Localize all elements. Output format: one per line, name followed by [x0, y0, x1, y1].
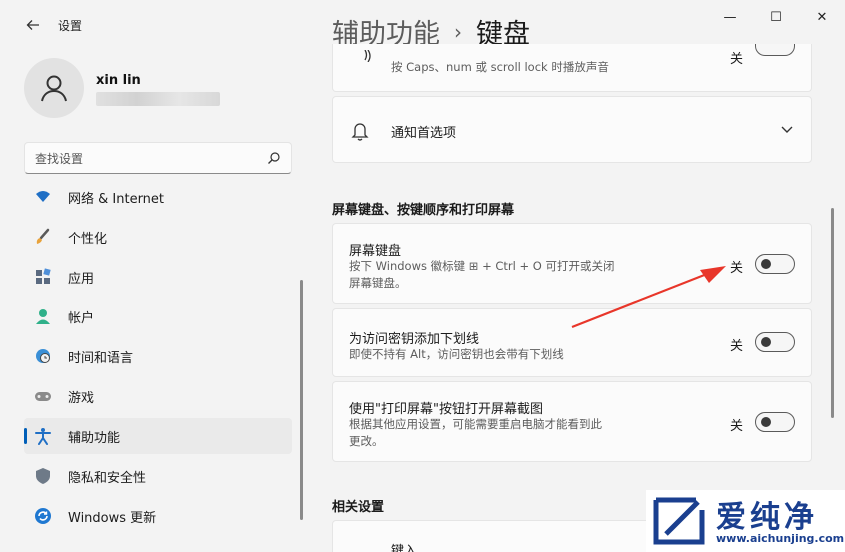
toggle-state-label: 关 [729, 419, 743, 434]
window-controls: — ☐ ✕ [707, 0, 845, 34]
person-icon [41, 75, 67, 102]
gamepad-icon [34, 387, 52, 405]
search-input[interactable] [35, 149, 255, 169]
wifi-icon [34, 188, 52, 206]
related-typing-title: 键入 [391, 544, 418, 552]
back-button[interactable] [22, 14, 44, 36]
notification-preferences-card[interactable]: 通知首选项 [332, 96, 812, 163]
apps-icon [34, 268, 52, 286]
sidebar-item-privacy[interactable]: 隐私和安全性 [24, 458, 292, 494]
toggle-keys-desc: 按 Caps、num 或 scroll lock 时播放声音 [391, 60, 609, 74]
sidebar-item-label: 应用 [68, 271, 95, 287]
search-box[interactable] [24, 142, 292, 174]
on-screen-keyboard-desc-line2: 屏幕键盘。 [349, 276, 407, 290]
brush-icon [34, 228, 52, 246]
bell-icon [351, 123, 369, 141]
print-screen-title: 使用"打印屏幕"按钮打开屏幕截图 [349, 402, 543, 417]
toggle-state-label: 关 [729, 339, 743, 354]
sidebar-item-label: 游戏 [68, 390, 95, 406]
notification-preferences-title: 通知首选项 [391, 126, 457, 141]
watermark-brand: 爱纯净 [716, 500, 818, 535]
breadcrumb-separator: › [454, 19, 462, 44]
sound-icon [364, 50, 371, 62]
sidebar-item-time-language[interactable]: 时间和语言 [24, 338, 292, 374]
toggle-knob [761, 259, 771, 269]
sidebar-item-label: 个性化 [68, 231, 108, 247]
on-screen-keyboard-switch[interactable] [755, 254, 795, 274]
search-icon [268, 152, 280, 164]
accessibility-icon [34, 427, 52, 445]
underline-access-keys-card: 为访问密钥添加下划线 即使不持有 Alt，访问密钥也会带有下划线 关 [332, 308, 812, 377]
settings-window: 设置 — ☐ ✕ xin lin 网络 & Internet 个性化 [0, 0, 845, 552]
update-icon [34, 507, 52, 525]
sidebar-item-label: 隐私和安全性 [68, 470, 147, 486]
globe-clock-icon [34, 347, 52, 365]
print-screen-desc-line1: 根据其他应用设置，可能需要重启电脑才能看到此 [349, 417, 602, 431]
sidebar-item-label: 帐户 [68, 310, 95, 326]
app-title: 设置 [58, 19, 83, 33]
watermark-url: www.aichunjing.com [716, 532, 845, 545]
section-title-related-settings: 相关设置 [332, 500, 385, 515]
watermark-logo-icon [653, 497, 705, 545]
sidebar-item-personalization[interactable]: 个性化 [24, 219, 292, 255]
toggle-keys-switch[interactable] [755, 44, 795, 56]
sidebar-item-apps[interactable]: 应用 [24, 259, 292, 295]
user-email-redacted [96, 92, 220, 106]
account-icon [34, 307, 52, 325]
sidebar-item-label: 辅助功能 [68, 430, 121, 446]
underline-access-keys-desc: 即使不持有 Alt，访问密钥也会带有下划线 [349, 347, 564, 361]
maximize-button[interactable]: ☐ [753, 0, 799, 34]
on-screen-keyboard-card: 屏幕键盘 按下 Windows 徽标键 ⊞ + Ctrl + O 可打开或关闭 … [332, 223, 812, 304]
back-arrow-icon [26, 20, 39, 30]
sidebar-item-label: 网络 & Internet [68, 191, 165, 207]
shield-icon [34, 467, 52, 485]
sidebar-item-label: 时间和语言 [68, 350, 134, 366]
print-screen-card: 使用"打印屏幕"按钮打开屏幕截图 根据其他应用设置，可能需要重启电脑才能看到此 … [332, 381, 812, 462]
toggle-knob [761, 337, 771, 347]
chevron-down-icon[interactable] [781, 126, 793, 134]
sidebar-scrollbar[interactable] [300, 280, 303, 520]
print-screen-switch[interactable] [755, 412, 795, 432]
underline-access-keys-switch[interactable] [755, 332, 795, 352]
toggle-state-label: 关 [729, 52, 743, 67]
on-screen-keyboard-desc-line1: 按下 Windows 徽标键 ⊞ + Ctrl + O 可打开或关闭 [349, 259, 615, 273]
sidebar-item-network[interactable]: 网络 & Internet [24, 179, 292, 215]
section-title-on-screen-keyboard: 屏幕键盘、按键顺序和打印屏幕 [332, 203, 515, 218]
sidebar-item-windows-update[interactable]: Windows 更新 [24, 498, 292, 534]
print-screen-desc-line2: 更改。 [349, 434, 384, 448]
toggle-state-label: 关 [729, 261, 743, 276]
sidebar-nav: 网络 & Internet 个性化 应用 帐户 时间和语言 游戏 辅助功能 隐私… [24, 178, 292, 552]
sidebar-item-accounts[interactable]: 帐户 [24, 298, 292, 334]
close-button[interactable]: ✕ [799, 0, 845, 34]
avatar[interactable] [24, 58, 84, 118]
minimize-button[interactable]: — [707, 0, 753, 34]
toggle-keys-card: 按 Caps、num 或 scroll lock 时播放声音 关 [332, 44, 812, 92]
sidebar-item-gaming[interactable]: 游戏 [24, 378, 292, 414]
main-scrollbar[interactable] [831, 208, 834, 418]
user-name: xin lin [96, 73, 141, 88]
watermark-logo: 爱纯净 www.aichunjing.com [646, 490, 845, 552]
sidebar-item-label: Windows 更新 [68, 510, 157, 526]
on-screen-keyboard-title: 屏幕键盘 [349, 244, 402, 259]
toggle-knob [761, 417, 771, 427]
sidebar-item-accessibility[interactable]: 辅助功能 [24, 418, 292, 454]
underline-access-keys-title: 为访问密钥添加下划线 [349, 332, 480, 347]
